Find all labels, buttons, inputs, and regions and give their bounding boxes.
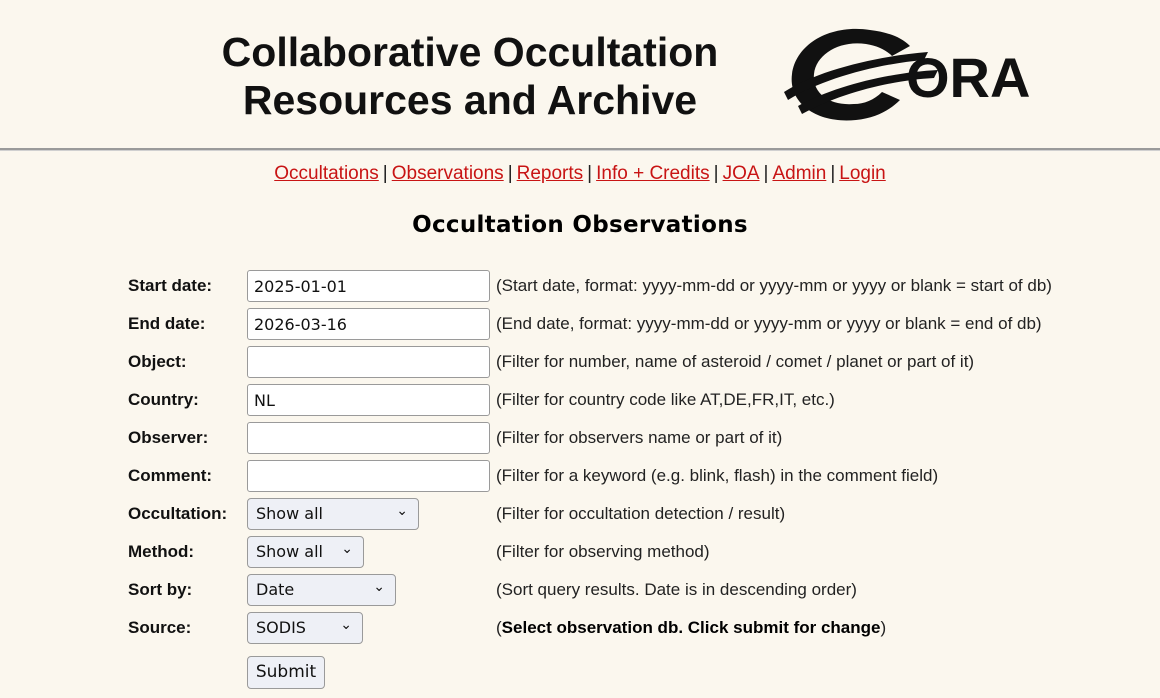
country-row: Country: (Filter for country code like A…	[128, 384, 1160, 416]
source-label: Source:	[128, 618, 192, 637]
observer-label: Observer:	[128, 428, 209, 447]
nav-separator: |	[587, 163, 593, 184]
sort-by-description: (Sort query results. Date is in descendi…	[496, 580, 857, 599]
site-header: Collaborative Occultation Resources and …	[0, 0, 1160, 150]
submit-button[interactable]: Submit	[247, 656, 325, 689]
nav-separator: |	[507, 163, 513, 184]
method-select[interactable]: Show all ⌄	[247, 536, 364, 568]
country-input[interactable]	[247, 384, 490, 416]
start-date-row: Start date: (Start date, format: yyyy-mm…	[128, 270, 1160, 302]
source-description: (Select observation db. Click submit for…	[496, 618, 886, 638]
chevron-down-icon: ⌄	[396, 503, 408, 519]
country-label: Country:	[128, 390, 199, 409]
occultation-label: Occultation:	[128, 504, 228, 523]
occultation-row: Occultation: Show all ⌄ (Filter for occu…	[128, 498, 1160, 530]
nav-link-observations[interactable]: Observations	[392, 163, 504, 184]
observer-description: (Filter for observers name or part of it…	[496, 428, 783, 447]
source-selected-value: SODIS	[256, 618, 306, 637]
occultation-description: (Filter for occultation detection / resu…	[496, 504, 786, 523]
nav-separator: |	[830, 163, 836, 184]
end-date-row: End date: (End date, format: yyyy-mm-dd …	[128, 308, 1160, 340]
comment-label: Comment:	[128, 466, 213, 485]
start-date-description: (Start date, format: yyyy-mm-dd or yyyy-…	[496, 276, 1052, 295]
header-divider	[0, 148, 1160, 151]
source-description-close: )	[880, 618, 887, 637]
occultation-selected-value: Show all	[256, 504, 323, 523]
comment-description: (Filter for a keyword (e.g. blink, flash…	[496, 466, 939, 485]
object-row: Object: (Filter for number, name of aste…	[128, 346, 1160, 378]
object-input[interactable]	[247, 346, 490, 378]
nav-link-joa[interactable]: JOA	[723, 163, 760, 184]
chevron-down-icon: ⌄	[340, 617, 352, 633]
source-select[interactable]: SODIS ⌄	[247, 612, 363, 644]
sort-by-selected-value: Date	[256, 580, 295, 599]
main-nav: Occultations | Observations | Reports | Info +…	[0, 163, 1160, 185]
end-date-label: End date:	[128, 314, 206, 333]
logo-text: ORA	[906, 46, 1030, 109]
comment-input[interactable]	[247, 460, 490, 492]
start-date-label: Start date:	[128, 276, 213, 295]
method-row: Method: Show all ⌄ (Filter for observing…	[128, 536, 1160, 568]
sort-by-label: Sort by:	[128, 580, 193, 599]
site-title-line-1: Collaborative Occultation	[221, 29, 719, 75]
comment-row: Comment: (Filter for a keyword (e.g. bli…	[128, 460, 1160, 492]
end-date-input[interactable]	[247, 308, 490, 340]
nav-link-reports[interactable]: Reports	[517, 163, 584, 184]
occultation-select[interactable]: Show all ⌄	[247, 498, 419, 530]
observer-row: Observer: (Filter for observers name or …	[128, 422, 1160, 454]
chevron-down-icon: ⌄	[373, 579, 385, 595]
site-title-line-2: Resources and Archive	[242, 77, 698, 123]
site-title: Collaborative Occultation Resources and …	[190, 28, 750, 124]
observer-input[interactable]	[247, 422, 490, 454]
nav-link-admin[interactable]: Admin	[772, 163, 826, 184]
nav-separator: |	[763, 163, 769, 184]
object-description: (Filter for number, name of asteroid / c…	[496, 352, 975, 371]
page-title: Occultation Observations	[412, 212, 748, 238]
nav-separator: |	[713, 163, 719, 184]
nav-link-login[interactable]: Login	[839, 163, 886, 184]
end-date-description: (End date, format: yyyy-mm-dd or yyyy-mm…	[496, 314, 1042, 333]
cora-logo: ORA	[784, 28, 1030, 121]
nav-link-info-credits[interactable]: Info + Credits	[596, 163, 710, 184]
nav-separator: |	[382, 163, 388, 184]
method-label: Method:	[128, 542, 195, 561]
method-description: (Filter for observing method)	[496, 542, 710, 561]
chevron-down-icon: ⌄	[341, 541, 353, 557]
source-description-bold: Select observation db. Click submit for …	[501, 618, 881, 637]
method-selected-value: Show all	[256, 542, 323, 561]
source-row: Source: SODIS ⌄ (Select observation db. …	[128, 612, 1160, 644]
object-label: Object:	[128, 352, 187, 371]
sort-by-row: Sort by: Date ⌄ (Sort query results. Dat…	[128, 574, 1160, 606]
country-description: (Filter for country code like AT,DE,FR,I…	[496, 390, 835, 409]
sort-by-select[interactable]: Date ⌄	[247, 574, 396, 606]
start-date-input[interactable]	[247, 270, 490, 302]
nav-link-occultations[interactable]: Occultations	[274, 163, 379, 184]
